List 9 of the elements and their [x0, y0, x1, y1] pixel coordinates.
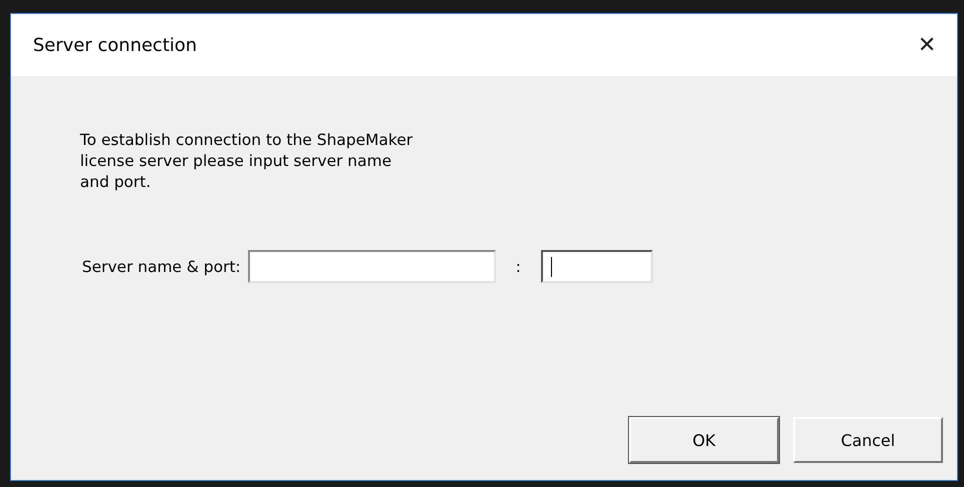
close-button[interactable]: ✕ — [897, 14, 957, 76]
ok-button[interactable]: OK — [629, 417, 779, 463]
server-name-field[interactable] — [248, 250, 496, 283]
instruction-text: To establish connection to the ShapeMaker license server please input server name and port. — [80, 130, 414, 193]
separator-text: : — [516, 258, 521, 276]
port-field[interactable] — [540, 250, 653, 283]
cancel-button[interactable]: Cancel — [793, 417, 943, 463]
field-label: Server name & port: — [82, 258, 241, 276]
window-title: Server connection — [33, 34, 197, 56]
